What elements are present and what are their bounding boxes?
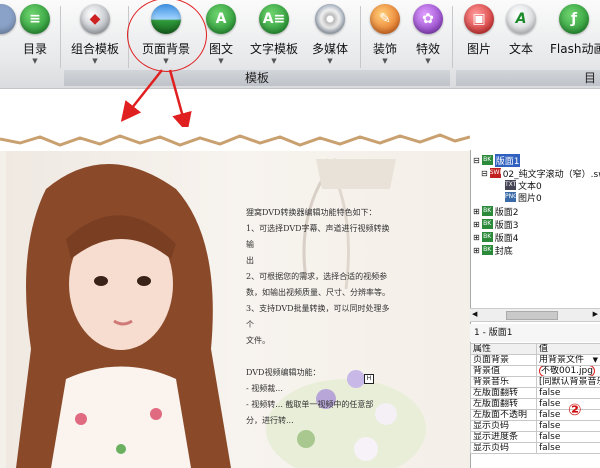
text-line: 分，进行转...	[246, 416, 294, 425]
page-icon: BK	[481, 219, 493, 229]
torn-edge	[0, 127, 470, 151]
text-node-icon: TXT	[505, 180, 517, 190]
sweater-pattern	[116, 444, 126, 454]
canvas-text-block[interactable]: 狸窝DVD转换器编辑功能特色如下： 1、可选择DVD字幕、声道进行视频转换输 出…	[246, 205, 396, 429]
chevron-down-icon[interactable]: ▼	[593, 356, 598, 365]
portrait-illustration	[16, 158, 426, 468]
page-icon: BK	[481, 155, 493, 165]
table-row[interactable]: 显示进度条 false	[470, 431, 600, 443]
scroll-right-icon[interactable]: ▶	[593, 310, 598, 318]
swf-icon: SWF	[489, 168, 503, 178]
collapse-icon[interactable]: ⊟	[481, 169, 488, 178]
eye-left	[94, 276, 108, 286]
table-row[interactable]: 页面背景 用背景文件 ▼	[470, 354, 600, 366]
tree-item-text0[interactable]: TXT 文本0	[505, 179, 542, 192]
tree-item-swf[interactable]: ⊟ SWF 02_纯文字滚动（窄）.sw	[481, 167, 600, 180]
property-name: 背景音乐	[470, 376, 537, 388]
page-icon: BK	[481, 232, 493, 242]
text-line	[246, 349, 396, 365]
property-name: 左版面不透明	[470, 409, 537, 421]
table-row[interactable]: 显示页码 false	[470, 420, 600, 432]
tree-item-image0[interactable]: PNG 图片0	[505, 191, 542, 204]
property-value[interactable]: false	[536, 442, 600, 454]
property-value[interactable]: false	[536, 420, 600, 432]
property-value[interactable]: 不敬001.jpg	[536, 365, 600, 377]
text-line: 文件。	[246, 336, 270, 345]
background-photo	[6, 149, 468, 468]
eye-right	[137, 276, 151, 286]
tree-item-back-cover[interactable]: ⊞ BK 封底	[473, 244, 513, 257]
expand-icon[interactable]: ⊞	[473, 246, 480, 255]
table-row[interactable]: 左版面翻转 false	[470, 387, 600, 399]
collapse-icon[interactable]: ⊟	[473, 156, 480, 165]
property-name: 左版面翻转	[470, 387, 537, 399]
expand-icon[interactable]: ⊞	[473, 207, 480, 216]
arrow-left	[120, 69, 163, 122]
image-node-icon: PNG	[505, 192, 518, 202]
tree-horizontal-scrollbar[interactable]: ◀ ▶	[470, 308, 600, 322]
table-row[interactable]: 背景音乐 [同默认背景音乐	[470, 376, 600, 388]
text-line: 狸窝DVD转换器编辑功能特色如下：	[246, 208, 377, 217]
arrow-right	[168, 69, 192, 133]
property-name: 显示进度条	[470, 431, 537, 443]
properties-table: 属性 值 页面背景 用背景文件 ▼ 背景值 不敬001.jpg 背景音乐 [同默认…	[470, 343, 600, 454]
page-icon: BK	[481, 245, 493, 255]
lamp-shape	[316, 159, 396, 189]
tree-item-page1[interactable]: ⊟ BK 版面1	[473, 153, 521, 167]
flower	[354, 437, 378, 461]
expand-icon[interactable]: ⊞	[473, 233, 480, 242]
page-canvas[interactable]: 狸窝DVD转换器编辑功能特色如下： 1、可选择DVD字幕、声道进行视频转换输 出…	[0, 127, 470, 468]
column-header-name: 属性	[470, 343, 537, 355]
property-name: 显示页码	[470, 442, 537, 454]
step-number-badge: ②	[568, 400, 582, 419]
text-line: 3、支持DVD批量转换，可以同时处理多个	[246, 304, 390, 329]
property-value[interactable]: [同默认背景音乐	[536, 376, 600, 388]
property-name: 左版面翻转	[470, 398, 537, 410]
tree-item-page3[interactable]: ⊞ BK 版面3	[473, 218, 518, 231]
column-header-value: 值	[536, 343, 600, 355]
text-line: 2、可根据您的需求，选择合适的视频参	[246, 272, 388, 281]
flower	[297, 430, 315, 448]
property-name: 显示页码	[470, 420, 537, 432]
text-line: 出	[246, 256, 254, 265]
property-name: 页面背景	[470, 354, 537, 366]
property-name: 背景值	[470, 365, 537, 377]
property-value-select[interactable]: 用背景文件 ▼	[536, 354, 600, 366]
text-line: - 视频转... 截取单一视频中的任意部	[246, 400, 374, 409]
tree-item-page2[interactable]: ⊞ BK 版面2	[473, 205, 518, 218]
text-line: 1、可选择DVD字幕、声道进行视频转换输	[246, 224, 390, 249]
table-row[interactable]: 背景值 不敬001.jpg	[470, 365, 600, 377]
scroll-left-icon[interactable]: ◀	[472, 310, 477, 318]
table-row[interactable]: 显示页码 false	[470, 442, 600, 454]
properties-title: 1 - 版面1	[470, 324, 600, 342]
table-header-row: 属性 值	[470, 343, 600, 355]
resize-handle[interactable]: H	[364, 374, 374, 384]
expand-icon[interactable]: ⊞	[473, 220, 480, 229]
sweater-pattern	[150, 408, 162, 420]
text-line: 数，如输出视频质量、尺寸、分辨率等。	[246, 288, 390, 297]
scrollbar-thumb[interactable]	[506, 311, 558, 320]
tree-item-page4[interactable]: ⊞ BK 版面4	[473, 231, 518, 244]
sweater-pattern	[75, 413, 87, 425]
page-icon: BK	[481, 206, 493, 216]
property-value[interactable]: false	[536, 387, 600, 399]
property-value[interactable]: false	[536, 431, 600, 443]
